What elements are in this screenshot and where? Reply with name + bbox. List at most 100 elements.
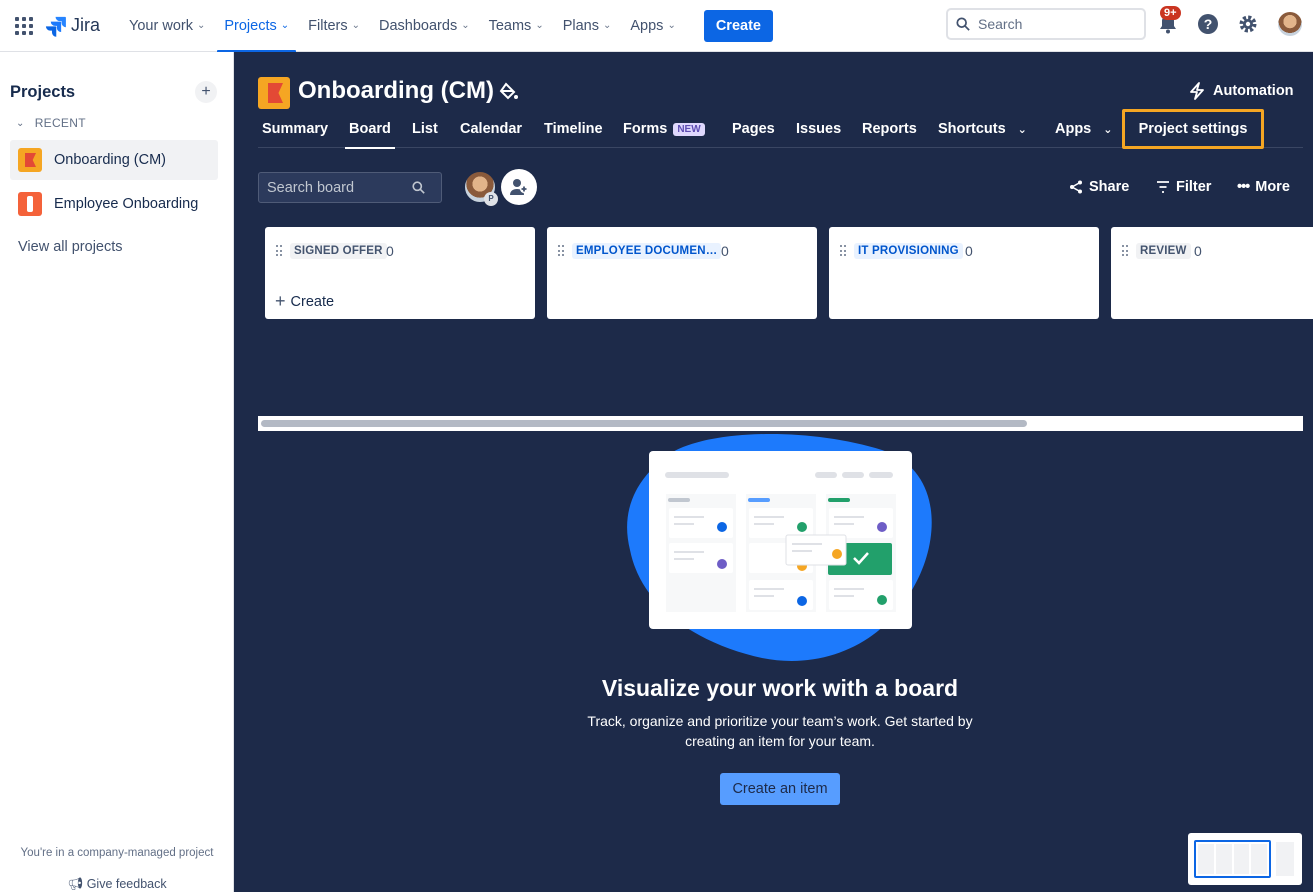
board-column-employee-documents[interactable]: EMPLOYEE DOCUMEN… 0 [547,227,817,319]
recent-section-toggle[interactable]: ⌄ RECENT [16,116,86,130]
tab-pages[interactable]: Pages [732,121,775,137]
add-person-icon [510,179,528,195]
nav-teams[interactable]: Teams ⌄ [482,0,551,52]
create-button[interactable]: Create [703,9,773,42]
minimap-viewport[interactable] [1194,840,1271,878]
tab-apps[interactable]: Apps ⌄ [1055,121,1112,137]
filter-button[interactable]: Filter [1156,179,1211,195]
page-title: Onboarding (CM) [298,77,494,104]
tab-forms[interactable]: Forms NEW [623,121,705,137]
sidebar: Projects + ⌄ RECENT Onboarding (CM) Emplo… [0,52,234,892]
filter-icon [1157,181,1169,193]
tab-issues[interactable]: Issues [796,121,841,137]
empty-state-title: Visualize your work with a board [601,675,959,701]
svg-text:?: ? [1204,16,1213,32]
nav-your-work[interactable]: Your work ⌄ [122,0,212,52]
add-people-button[interactable] [501,169,537,205]
board-column-review[interactable]: REVIEW 0 [1111,227,1313,319]
board-main: Onboarding (CM) Automation Summary Board… [234,52,1313,892]
search-board-input[interactable] [267,179,412,196]
tab-calendar[interactable]: Calendar [460,121,522,137]
more-button[interactable]: ••• More [1237,179,1290,195]
nav-projects[interactable]: Projects ⌄ [217,0,296,53]
paint-bucket-icon[interactable] [499,82,519,107]
nav-filters[interactable]: Filters ⌄ [301,0,367,52]
column-name: REVIEW [1136,243,1191,259]
automation-label: Automation [1213,83,1294,99]
tab-list[interactable]: List [412,121,438,137]
flag-project-icon [18,148,42,172]
tab-timeline[interactable]: Timeline [544,121,603,137]
app-switcher-icon[interactable] [15,16,33,35]
global-search[interactable] [946,8,1146,40]
share-icon [1070,180,1082,194]
feedback-label: Give feedback [86,877,167,891]
scrollbar-thumb[interactable] [261,420,1027,427]
notifications-badge: 9+ [1160,6,1181,20]
sidebar-title: Projects [10,83,76,101]
logo-text: Jira [71,15,101,35]
user-avatar[interactable] [1278,12,1302,36]
column-name: EMPLOYEE DOCUMEN… [572,243,722,259]
sidebar-item-label: Employee Onboarding [54,196,199,212]
board-minimap[interactable] [1188,833,1302,885]
column-count: 0 [965,243,973,259]
column-name: SIGNED OFFER [290,243,387,259]
board-column-signed-offer[interactable]: SIGNED OFFER 0 + Create [265,227,535,319]
chevron-down-icon: ⌄ [280,20,290,31]
project-type-note: You're in a company-managed project [20,847,214,859]
sidebar-item-label: Onboarding (CM) [54,152,167,168]
settings-gear-icon[interactable] [1236,12,1260,36]
nav-label: Filters [308,17,348,34]
create-label: Create [290,293,335,310]
automation-button[interactable]: Automation [1189,82,1294,100]
nav-dashboards[interactable]: Dashboards ⌄ [372,0,477,52]
search-input[interactable] [978,16,1128,32]
recent-label: RECENT [34,116,86,130]
give-feedback-link[interactable]: 📢︎ Give feedback [0,877,234,892]
column-count: 0 [721,243,729,259]
tab-label: Shortcuts [938,121,1006,137]
drag-handle-icon[interactable] [840,245,846,257]
sidebar-item-employee-onboarding[interactable]: Employee Onboarding [10,184,218,224]
tab-shortcuts[interactable]: Shortcuts ⌄ [938,121,1027,137]
nav-label: Dashboards [379,17,458,34]
more-label: More [1255,179,1290,195]
horizontal-scrollbar[interactable] [258,416,1303,431]
nav-label: Plans [562,17,599,34]
search-icon [956,17,970,31]
nav-label: Apps [630,17,664,34]
add-project-button[interactable]: + [195,81,217,103]
tab-summary[interactable]: Summary [262,121,328,137]
help-icon[interactable]: ? [1196,12,1220,36]
create-an-item-button[interactable]: Create an item [720,773,840,805]
empty-state-description: Track, organize and prioritize your team… [587,713,973,749]
tab-reports[interactable]: Reports [862,121,917,137]
nav-plans[interactable]: Plans ⌄ [556,0,619,52]
filter-label: Filter [1176,179,1212,195]
tab-board[interactable]: Board [345,121,395,149]
chevron-down-icon: ⌄ [1017,123,1027,136]
tab-project-settings[interactable]: Project settings [1122,109,1264,149]
column-count: 0 [386,243,394,259]
top-navigation: Jira Your work ⌄ Projects ⌄ Filters ⌄ Dashb… [0,0,1313,53]
sidebar-item-onboarding-cm[interactable]: Onboarding (CM) [10,140,218,180]
share-button[interactable]: Share [1069,179,1129,195]
search-icon [412,181,425,194]
lightning-icon [1190,82,1204,100]
chevron-down-icon: ⌄ [196,20,206,31]
jira-logo[interactable]: Jira [45,15,100,37]
nav-label: Teams [488,17,532,34]
minimap-rest [1276,842,1294,876]
view-all-projects-link[interactable]: View all projects [18,239,123,255]
project-flag-icon [258,77,290,109]
jira-logo-icon [45,16,66,37]
board-column-it-provisioning[interactable]: IT PROVISIONING 0 [829,227,1099,319]
nav-apps[interactable]: Apps ⌄ [623,0,682,52]
drag-handle-icon[interactable] [558,245,564,257]
create-issue-button[interactable]: + Create [275,291,334,312]
drag-handle-icon[interactable] [276,245,282,257]
new-badge: NEW [673,122,705,136]
search-board-field[interactable] [258,172,442,203]
drag-handle-icon[interactable] [1122,245,1128,257]
